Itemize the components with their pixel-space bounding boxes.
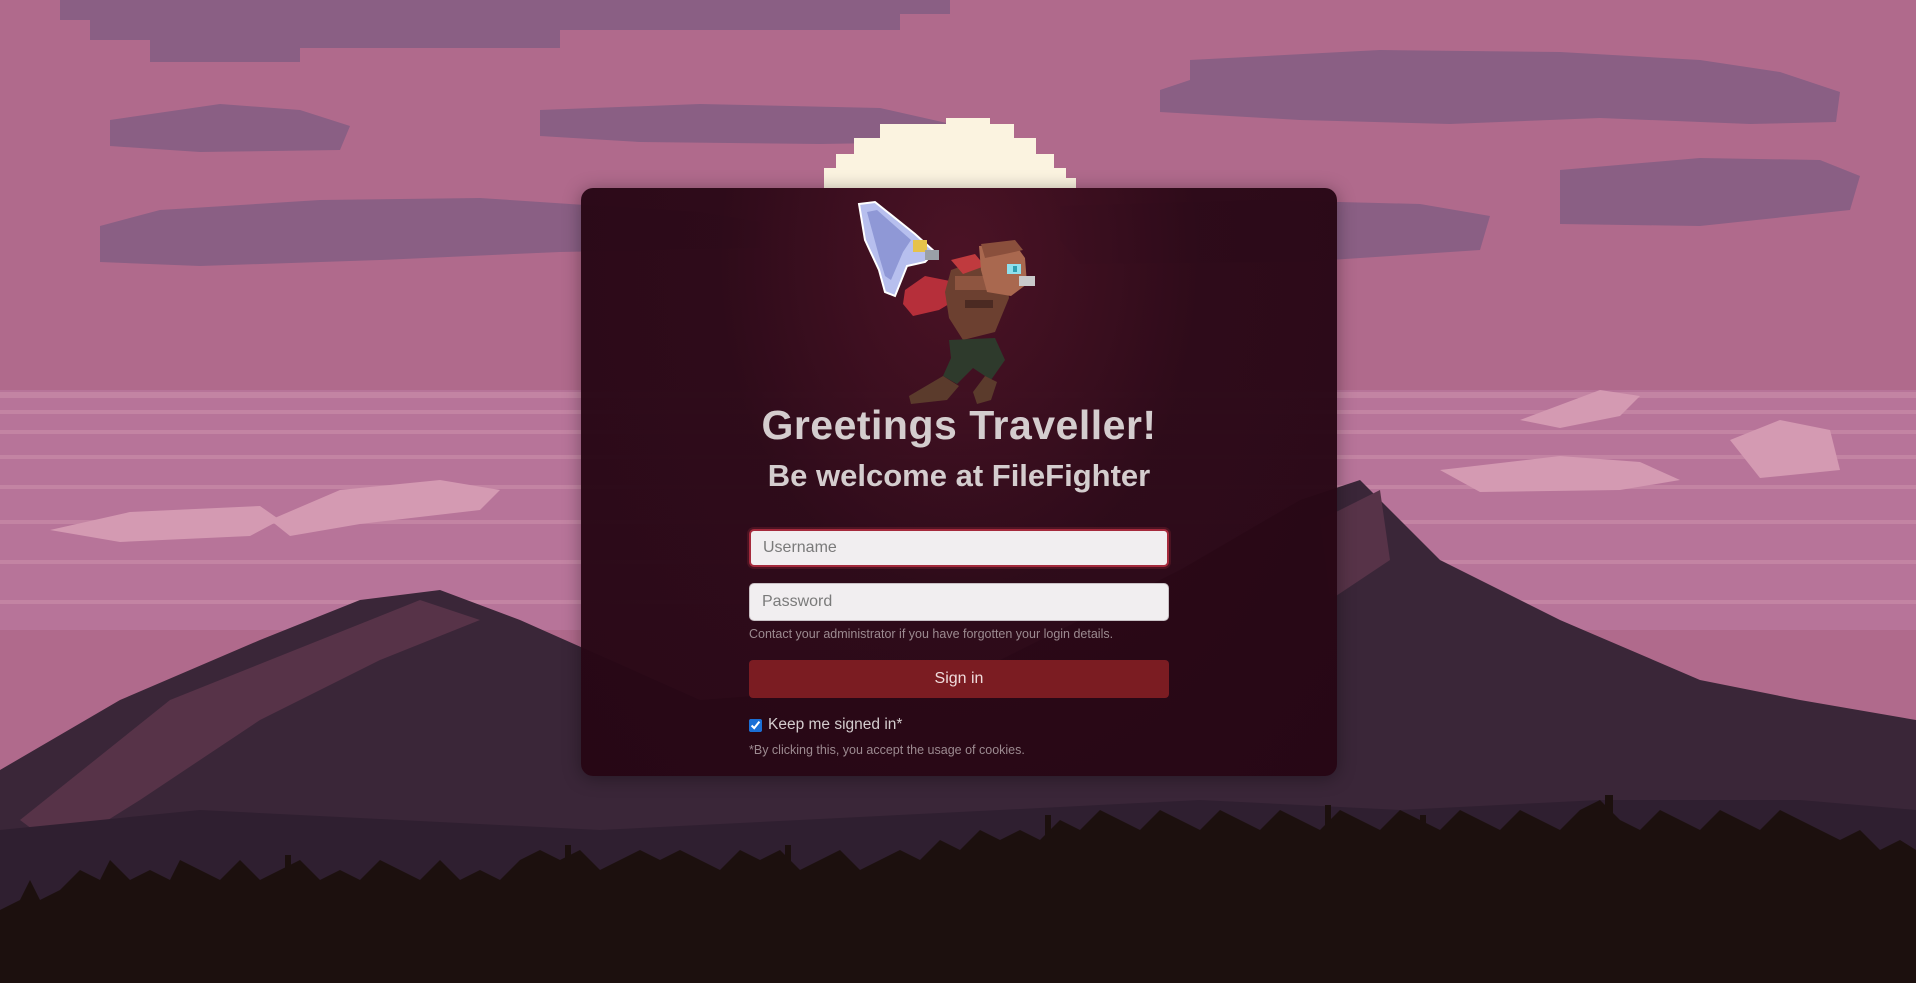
keep-signed-in-label[interactable]: Keep me signed in* <box>768 716 902 734</box>
username-input[interactable] <box>749 529 1169 567</box>
keep-signed-in-row: Keep me signed in* <box>749 716 902 734</box>
pixel-warrior-with-sword-icon <box>857 200 1035 404</box>
keep-signed-in-checkbox[interactable] <box>749 718 762 732</box>
cookie-notice: *By clicking this, you accept the usage … <box>749 743 1025 757</box>
page-title: Greetings Traveller! <box>761 402 1157 448</box>
forgot-login-hint: Contact your administrator if you have f… <box>749 627 1114 641</box>
sign-in-button[interactable]: Sign in <box>749 660 1169 698</box>
page-subtitle: Be welcome at FileFighter <box>767 458 1151 493</box>
password-input[interactable] <box>749 583 1169 621</box>
